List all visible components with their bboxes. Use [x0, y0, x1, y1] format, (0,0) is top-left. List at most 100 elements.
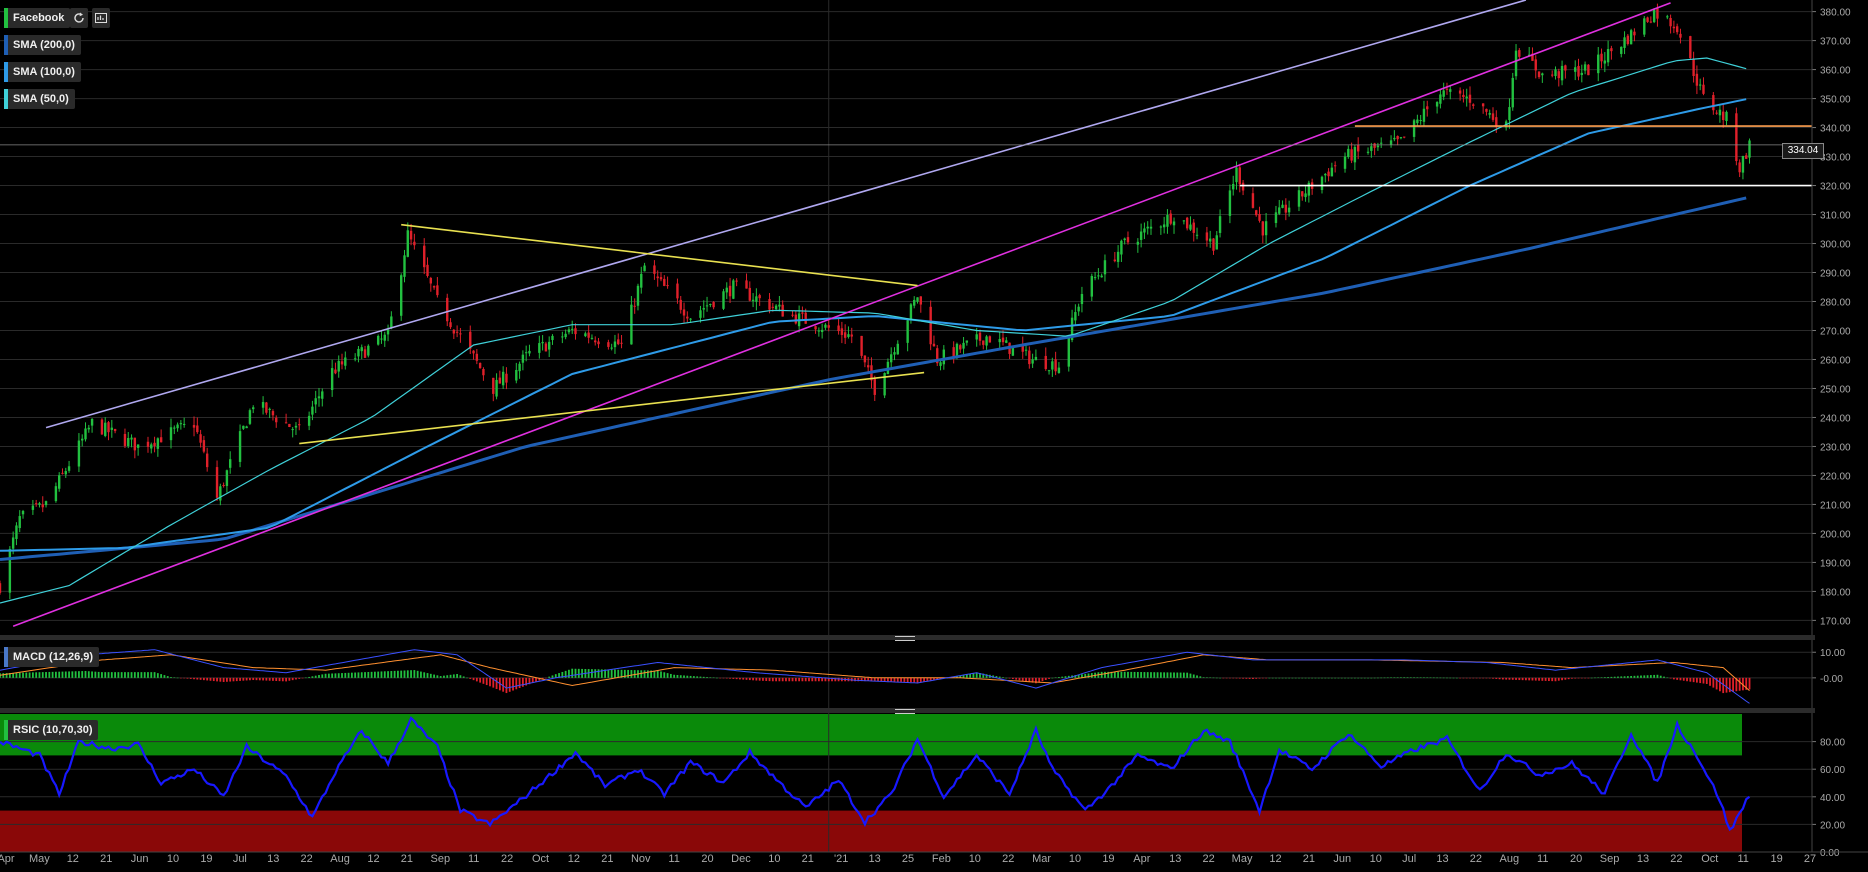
- date-tick-label: 12: [1269, 853, 1281, 865]
- macd-histogram-bar: [679, 675, 682, 678]
- macd-histogram-bar: [1580, 677, 1583, 679]
- macd-histogram-bar: [110, 672, 113, 678]
- macd-histogram-bar: [426, 673, 429, 678]
- macd-pane-splitter[interactable]: [0, 635, 1815, 641]
- price-axis-tick-label: 380.00: [1820, 8, 1851, 19]
- macd-histogram-bar: [41, 672, 44, 678]
- candle-body: [1324, 173, 1327, 176]
- candle-body: [1491, 113, 1495, 120]
- macd-histogram-bar: [324, 673, 327, 678]
- macd-histogram-bar: [1679, 677, 1682, 681]
- macd-histogram-bar: [1334, 677, 1337, 679]
- candle-body: [196, 425, 199, 433]
- macd-histogram-bar: [1347, 677, 1350, 679]
- macd-histogram-bar: [926, 677, 929, 681]
- candle-body: [61, 472, 64, 474]
- candle-body: [1001, 337, 1005, 343]
- candle-body: [386, 329, 390, 335]
- macd-histogram-bar: [1409, 677, 1412, 678]
- candle-body: [965, 340, 969, 343]
- candle-body: [478, 362, 482, 369]
- candle-body: [1005, 340, 1008, 343]
- macd-tag[interactable]: MACD (12,26,9): [4, 647, 100, 667]
- symbol-color-bar: [4, 8, 8, 28]
- macd-histogram-bar: [183, 677, 186, 679]
- candle-body: [1574, 67, 1577, 72]
- macd-histogram-bar: [1311, 677, 1314, 679]
- macd-histogram-bar: [1475, 677, 1478, 679]
- candle-body: [1126, 237, 1130, 243]
- refresh-button[interactable]: [70, 8, 88, 28]
- candle-body: [1508, 107, 1511, 121]
- date-tick-label: 11: [1537, 853, 1548, 865]
- macd-histogram-bar: [229, 677, 232, 682]
- macd-histogram-bar: [1712, 677, 1715, 688]
- candle-body: [1416, 119, 1419, 124]
- macd-histogram-bar: [28, 672, 31, 678]
- macd-histogram-bar: [1649, 675, 1652, 678]
- macd-histogram-bar: [903, 677, 906, 682]
- candle-body: [817, 330, 821, 332]
- candle-body: [1093, 277, 1097, 279]
- candle-body: [1692, 59, 1695, 76]
- candle-body: [1468, 94, 1472, 103]
- macd-histogram-bar: [133, 672, 136, 678]
- macd-histogram-bar: [663, 672, 666, 678]
- macd-histogram-bar: [226, 677, 228, 682]
- macd-histogram-bar: [406, 670, 409, 678]
- candle-body: [1606, 49, 1610, 63]
- candle-body: [909, 304, 913, 321]
- candle-body: [1215, 235, 1218, 250]
- candle-body: [1162, 224, 1166, 228]
- macd-histogram-bar: [880, 677, 883, 682]
- rsi-color-bar: [4, 720, 8, 740]
- macd-histogram-bar: [512, 677, 514, 691]
- macd-histogram-bar: [1672, 677, 1675, 680]
- chart-svg[interactable]: 170.00180.00190.00200.00210.00220.00230.…: [0, 0, 1868, 867]
- rsi-pane-splitter[interactable]: [0, 708, 1815, 714]
- candle-body: [1560, 65, 1564, 81]
- macd-histogram-bar: [890, 677, 893, 682]
- candle-body: [1238, 167, 1241, 185]
- price-axis-tick-label: 270.00: [1820, 326, 1851, 337]
- macd-histogram-bar: [235, 677, 238, 682]
- candle-body: [176, 424, 179, 429]
- candle-body: [666, 285, 669, 287]
- macd-histogram-bar: [1252, 677, 1254, 679]
- candle-body: [636, 285, 640, 306]
- candle-body: [1054, 359, 1057, 372]
- chart-area[interactable]: 170.00 180.00 190.00 200.00 210.00 220.00 230.…: [0, 0, 1868, 867]
- candle-body: [1537, 71, 1541, 78]
- macd-histogram-bar: [1623, 676, 1626, 678]
- date-tick-label: 21: [601, 853, 613, 865]
- chart-settings-button[interactable]: [92, 8, 110, 28]
- macd-histogram-bar: [479, 677, 482, 683]
- symbol-tag[interactable]: Facebook: [4, 8, 71, 28]
- macd-histogram-bar: [1620, 676, 1623, 678]
- candle-body: [1320, 176, 1324, 191]
- date-tick-label: Sep: [1600, 853, 1620, 865]
- macd-histogram-bar: [1153, 672, 1156, 678]
- date-tick-label: Jun: [1333, 853, 1351, 865]
- rsi-tag[interactable]: RSIC (10,70,30): [4, 720, 99, 740]
- sma100-tag[interactable]: SMA (100,0): [4, 62, 81, 82]
- candle-body: [156, 438, 160, 449]
- sma200-tag[interactable]: SMA (200,0): [4, 35, 81, 55]
- candle-body: [1139, 231, 1143, 240]
- macd-histogram-bar: [771, 677, 774, 682]
- macd-histogram-bar: [1360, 677, 1363, 679]
- macd-histogram-bar: [1696, 677, 1698, 683]
- macd-histogram-bar: [883, 677, 886, 682]
- candle-body: [939, 362, 942, 366]
- macd-histogram-bar: [74, 671, 77, 678]
- macd-histogram-bar: [1127, 671, 1129, 678]
- sma50-tag[interactable]: SMA (50,0): [4, 89, 75, 109]
- candle-body: [975, 334, 978, 340]
- macd-histogram-bar: [1278, 677, 1281, 679]
- candle-body: [81, 438, 84, 441]
- candle-body: [932, 343, 936, 347]
- macd-histogram-bar: [1561, 677, 1563, 681]
- macd-histogram-bar: [94, 671, 97, 678]
- macd-histogram-bar: [1446, 677, 1448, 679]
- macd-histogram-bar: [475, 677, 478, 682]
